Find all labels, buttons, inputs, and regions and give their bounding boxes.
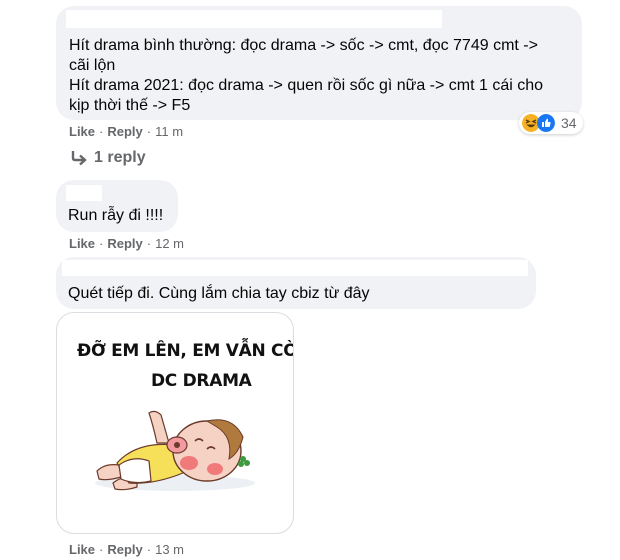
redacted-author-name (62, 260, 528, 276)
reaction-summary[interactable]: 34 (519, 112, 583, 134)
sticker-image[interactable]: ĐỠ EM LÊN, EM VẪN CÒN HÍT DC DRAMA (56, 312, 294, 534)
comment-text: Quét tiếp đi. Cùng lắm chia tay cbiz từ … (68, 285, 370, 302)
comment-text-line: Hít drama bình thường: đọc drama -> sốc … (69, 37, 538, 54)
like-icon (537, 114, 555, 132)
like-link[interactable]: Like (69, 124, 95, 139)
separator: · (146, 236, 152, 251)
baby-character-illustration (95, 410, 255, 491)
comment-actions: Like · Reply · 12 m (69, 236, 184, 251)
like-link[interactable]: Like (69, 236, 95, 251)
separator: · (146, 124, 152, 139)
replies-count-label: 1 reply (94, 149, 146, 166)
reply-link[interactable]: Reply (107, 124, 142, 139)
reply-link[interactable]: Reply (107, 542, 142, 557)
view-replies-link[interactable]: 1 reply (70, 149, 146, 167)
redacted-author-name (66, 10, 442, 28)
separator: · (99, 542, 104, 557)
comment-text: Run rẫy đi !!!! (68, 207, 164, 224)
reply-arrow-icon (71, 151, 87, 166)
separator: · (99, 236, 104, 251)
separator: · (146, 542, 152, 557)
separator: · (99, 124, 104, 139)
comment-text-line: kịp thời thế -> F5 (69, 97, 191, 114)
like-link[interactable]: Like (69, 542, 95, 557)
comment-actions: Like · Reply · 11 m (69, 124, 183, 139)
reaction-count: 34 (561, 115, 577, 131)
timestamp[interactable]: 12 m (155, 236, 184, 251)
comment-text-line: cãi lộn (69, 57, 116, 74)
reply-link[interactable]: Reply (107, 236, 142, 251)
comment-actions: Like · Reply · 13 m (69, 542, 184, 557)
redacted-author-name (66, 185, 102, 201)
comment-text-line: Hít drama 2021: đọc drama -> quen rồi số… (69, 77, 544, 94)
timestamp[interactable]: 13 m (155, 542, 184, 557)
timestamp[interactable]: 11 m (155, 124, 183, 139)
